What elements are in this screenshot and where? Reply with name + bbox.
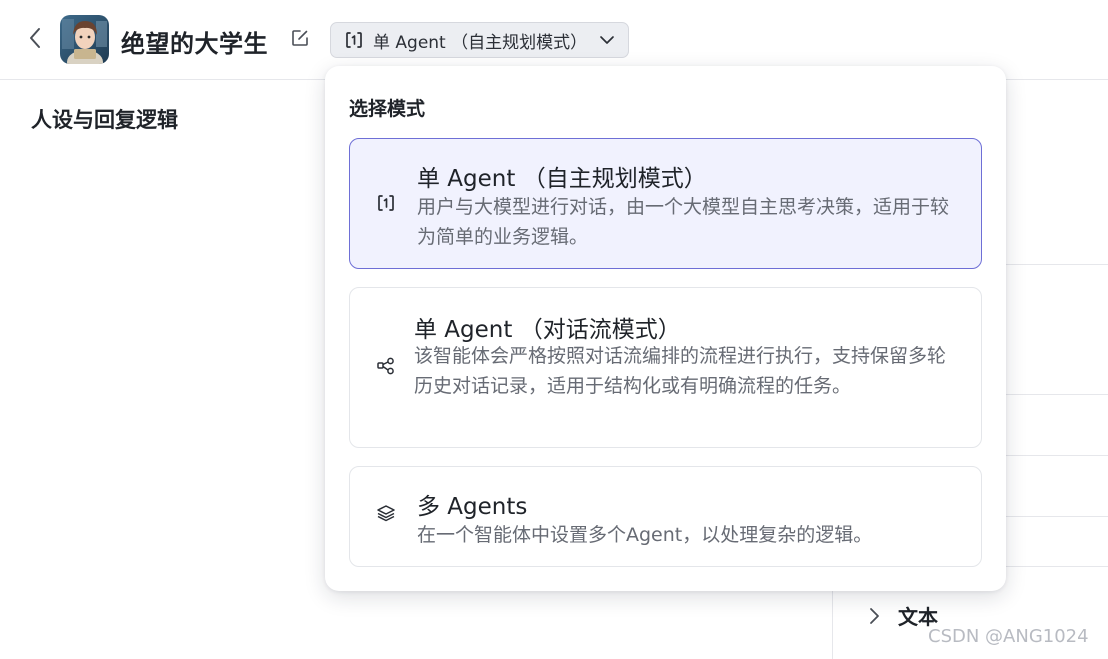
option-title: 多 Agents xyxy=(417,494,528,520)
chevron-right-icon xyxy=(864,606,884,626)
option-single-agent-autonomous[interactable]: 单 Agent （自主规划模式） 用户与大模型进行对话，由一个大模型自主思考决策… xyxy=(349,138,982,269)
option-description: 该智能体会严格按照对话流编排的流程进行执行，支持保留多轮历史对话记录，适用于结构… xyxy=(414,345,947,397)
popup-title: 选择模式 xyxy=(349,98,426,120)
avatar[interactable] xyxy=(60,15,109,64)
bot-name: 绝望的大学生 xyxy=(121,30,268,58)
edit-icon xyxy=(290,28,310,52)
back-button[interactable] xyxy=(22,26,48,54)
layers-icon xyxy=(374,501,398,525)
chevron-down-icon xyxy=(597,30,617,50)
persona-section-title: 人设与回复逻辑 xyxy=(31,108,178,132)
mode-selector-dropdown[interactable]: 单 Agent （自主规划模式） xyxy=(330,22,629,58)
page: 绝望的大学生 单 Agent （自主规划模式） 人设与回复逻辑 文本 CSDN … xyxy=(0,0,1108,659)
single-agent-icon xyxy=(343,29,365,51)
workflow-icon xyxy=(374,354,398,378)
watermark: CSDN @ANG1024 xyxy=(928,626,1089,647)
text-section-toggle[interactable]: 文本 xyxy=(864,601,938,630)
single-agent-icon xyxy=(374,191,398,215)
option-single-agent-workflow[interactable]: 单 Agent （对话流模式） 该智能体会严格按照对话流编排的流程进行执行，支持… xyxy=(349,287,982,448)
option-description: 用户与大模型进行对话，由一个大模型自主思考决策，适用于较为简单的业务逻辑。 xyxy=(417,196,950,248)
mode-selector-label: 单 Agent （自主规划模式） xyxy=(373,32,588,53)
option-multi-agents[interactable]: 多 Agents 在一个智能体中设置多个Agent，以处理复杂的逻辑。 xyxy=(349,466,982,567)
edit-button[interactable] xyxy=(288,28,312,52)
mode-select-popup: 选择模式 单 Agent （自主规划模式） 用户与大模型进行对话，由一个大模型自… xyxy=(325,66,1006,591)
option-description: 在一个智能体中设置多个Agent，以处理复杂的逻辑。 xyxy=(417,524,873,546)
chevron-left-icon xyxy=(27,26,43,54)
option-title: 单 Agent （自主规划模式） xyxy=(417,166,707,192)
option-title: 单 Agent （对话流模式） xyxy=(414,317,681,343)
